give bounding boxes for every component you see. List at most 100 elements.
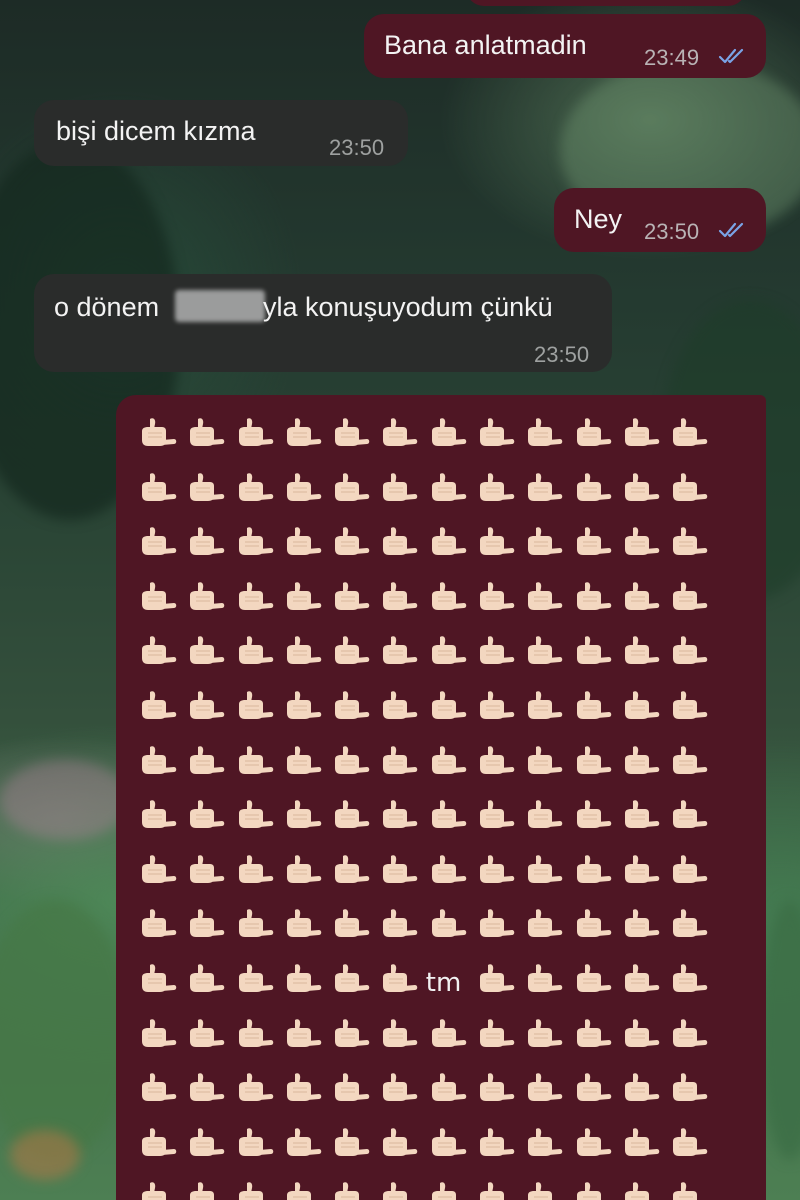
emoji-cell xyxy=(184,906,232,961)
emoji-cell xyxy=(522,961,570,1016)
emoji-cell xyxy=(619,1070,667,1125)
call-me-hand-icon xyxy=(383,1182,408,1200)
emoji-cell xyxy=(522,852,570,907)
call-me-hand-icon xyxy=(238,909,273,938)
emoji-cell xyxy=(233,797,281,852)
call-me-hand-icon xyxy=(624,745,660,774)
emoji-cell xyxy=(281,688,329,743)
emoji-cell xyxy=(281,579,329,634)
call-me-hand-icon xyxy=(383,691,418,719)
call-me-hand-icon xyxy=(624,1073,660,1102)
call-me-hand-icon xyxy=(190,636,225,665)
call-me-hand-icon xyxy=(190,854,225,883)
call-me-hand-icon xyxy=(238,1018,273,1047)
emoji-cell xyxy=(522,470,570,525)
emoji-cell xyxy=(136,852,184,907)
emoji-cell xyxy=(667,961,715,1016)
call-me-hand-icon xyxy=(142,909,177,938)
call-me-hand-icon xyxy=(335,472,370,501)
emoji-cell xyxy=(571,579,619,634)
emoji-cell xyxy=(233,906,281,961)
call-me-hand-icon xyxy=(576,472,611,501)
call-me-hand-icon xyxy=(335,582,370,610)
call-me-hand-icon xyxy=(576,800,611,829)
call-me-hand-icon xyxy=(431,418,467,446)
emoji-cell xyxy=(667,633,715,688)
emoji-cell xyxy=(474,1016,522,1071)
call-me-hand-icon xyxy=(383,909,418,938)
emoji-cell xyxy=(522,1179,570,1200)
emoji-cell xyxy=(329,470,377,525)
emoji-cell xyxy=(619,1125,667,1180)
call-me-hand-icon xyxy=(624,1127,660,1156)
emoji-cell xyxy=(522,688,570,743)
emoji-cell xyxy=(667,1125,715,1180)
emoji-cell xyxy=(571,1016,619,1071)
call-me-hand-icon xyxy=(238,1073,273,1102)
emoji-cell xyxy=(667,743,715,798)
call-me-hand-icon xyxy=(480,472,515,501)
emoji-cell xyxy=(377,633,425,688)
emoji-cell xyxy=(474,961,522,1016)
emoji-cell xyxy=(281,470,329,525)
message-text: Bana anlatmadin xyxy=(384,30,587,60)
emoji-cell xyxy=(667,797,715,852)
emoji-cell xyxy=(136,688,184,743)
call-me-hand-icon xyxy=(480,636,515,665)
call-me-hand-icon xyxy=(528,800,563,829)
call-me-hand-icon xyxy=(528,527,563,556)
call-me-hand-icon xyxy=(190,745,225,774)
emoji-cell xyxy=(426,852,474,907)
call-me-hand-icon xyxy=(383,1018,418,1047)
call-me-hand-icon xyxy=(190,964,225,992)
call-me-hand-icon xyxy=(480,800,515,829)
emoji-cell xyxy=(329,579,377,634)
message-bubble-partial[interactable] xyxy=(466,0,746,6)
call-me-hand-icon xyxy=(528,1073,563,1102)
emoji-cell xyxy=(281,1125,329,1180)
call-me-hand-icon xyxy=(142,582,177,610)
call-me-hand-icon xyxy=(286,745,322,774)
emoji-cell xyxy=(619,906,667,961)
call-me-hand-icon xyxy=(528,1182,553,1200)
message-bubble-incoming[interactable]: bişi dicem kızma 23:50 xyxy=(34,100,408,166)
call-me-hand-icon xyxy=(528,1018,563,1047)
call-me-hand-icon xyxy=(238,1127,273,1156)
call-me-hand-icon xyxy=(480,854,515,883)
call-me-hand-icon xyxy=(431,854,467,883)
emoji-cell xyxy=(426,797,474,852)
call-me-hand-icon xyxy=(335,691,370,719)
emoji-cell xyxy=(233,633,281,688)
call-me-hand-icon xyxy=(480,964,515,992)
call-me-hand-icon xyxy=(624,800,660,829)
call-me-hand-icon xyxy=(142,472,177,501)
call-me-hand-icon xyxy=(286,1182,311,1200)
message-bubble-incoming[interactable]: o dönem yla konuşuyodum çünkü 23:50 xyxy=(34,274,612,372)
call-me-hand-icon xyxy=(238,636,273,665)
call-me-hand-icon xyxy=(528,472,563,501)
call-me-hand-icon xyxy=(190,909,225,938)
call-me-hand-icon xyxy=(190,800,225,829)
call-me-hand-icon xyxy=(335,418,370,446)
emoji-cell xyxy=(281,1179,329,1200)
emoji-cell xyxy=(667,1016,715,1071)
call-me-hand-icon xyxy=(190,527,225,556)
call-me-hand-icon xyxy=(528,418,563,446)
emoji-cell xyxy=(619,1179,667,1200)
emoji-cell xyxy=(329,524,377,579)
call-me-hand-icon xyxy=(673,691,708,719)
call-me-hand-icon xyxy=(383,636,418,665)
emoji-cell xyxy=(329,1070,377,1125)
call-me-hand-icon xyxy=(528,691,563,719)
message-bubble-outgoing[interactable]: Ney 23:50 xyxy=(554,188,766,252)
emoji-cell xyxy=(329,743,377,798)
call-me-hand-icon xyxy=(673,854,708,883)
emoji-cell xyxy=(474,470,522,525)
call-me-hand-icon xyxy=(335,909,370,938)
call-me-hand-icon xyxy=(286,964,322,992)
emoji-cell xyxy=(377,797,425,852)
call-me-hand-icon xyxy=(480,745,515,774)
message-bubble-outgoing[interactable]: Bana anlatmadin 23:49 xyxy=(364,14,766,78)
emoji-cell xyxy=(281,906,329,961)
message-bubble-emoji[interactable]: tm xyxy=(116,395,766,1200)
